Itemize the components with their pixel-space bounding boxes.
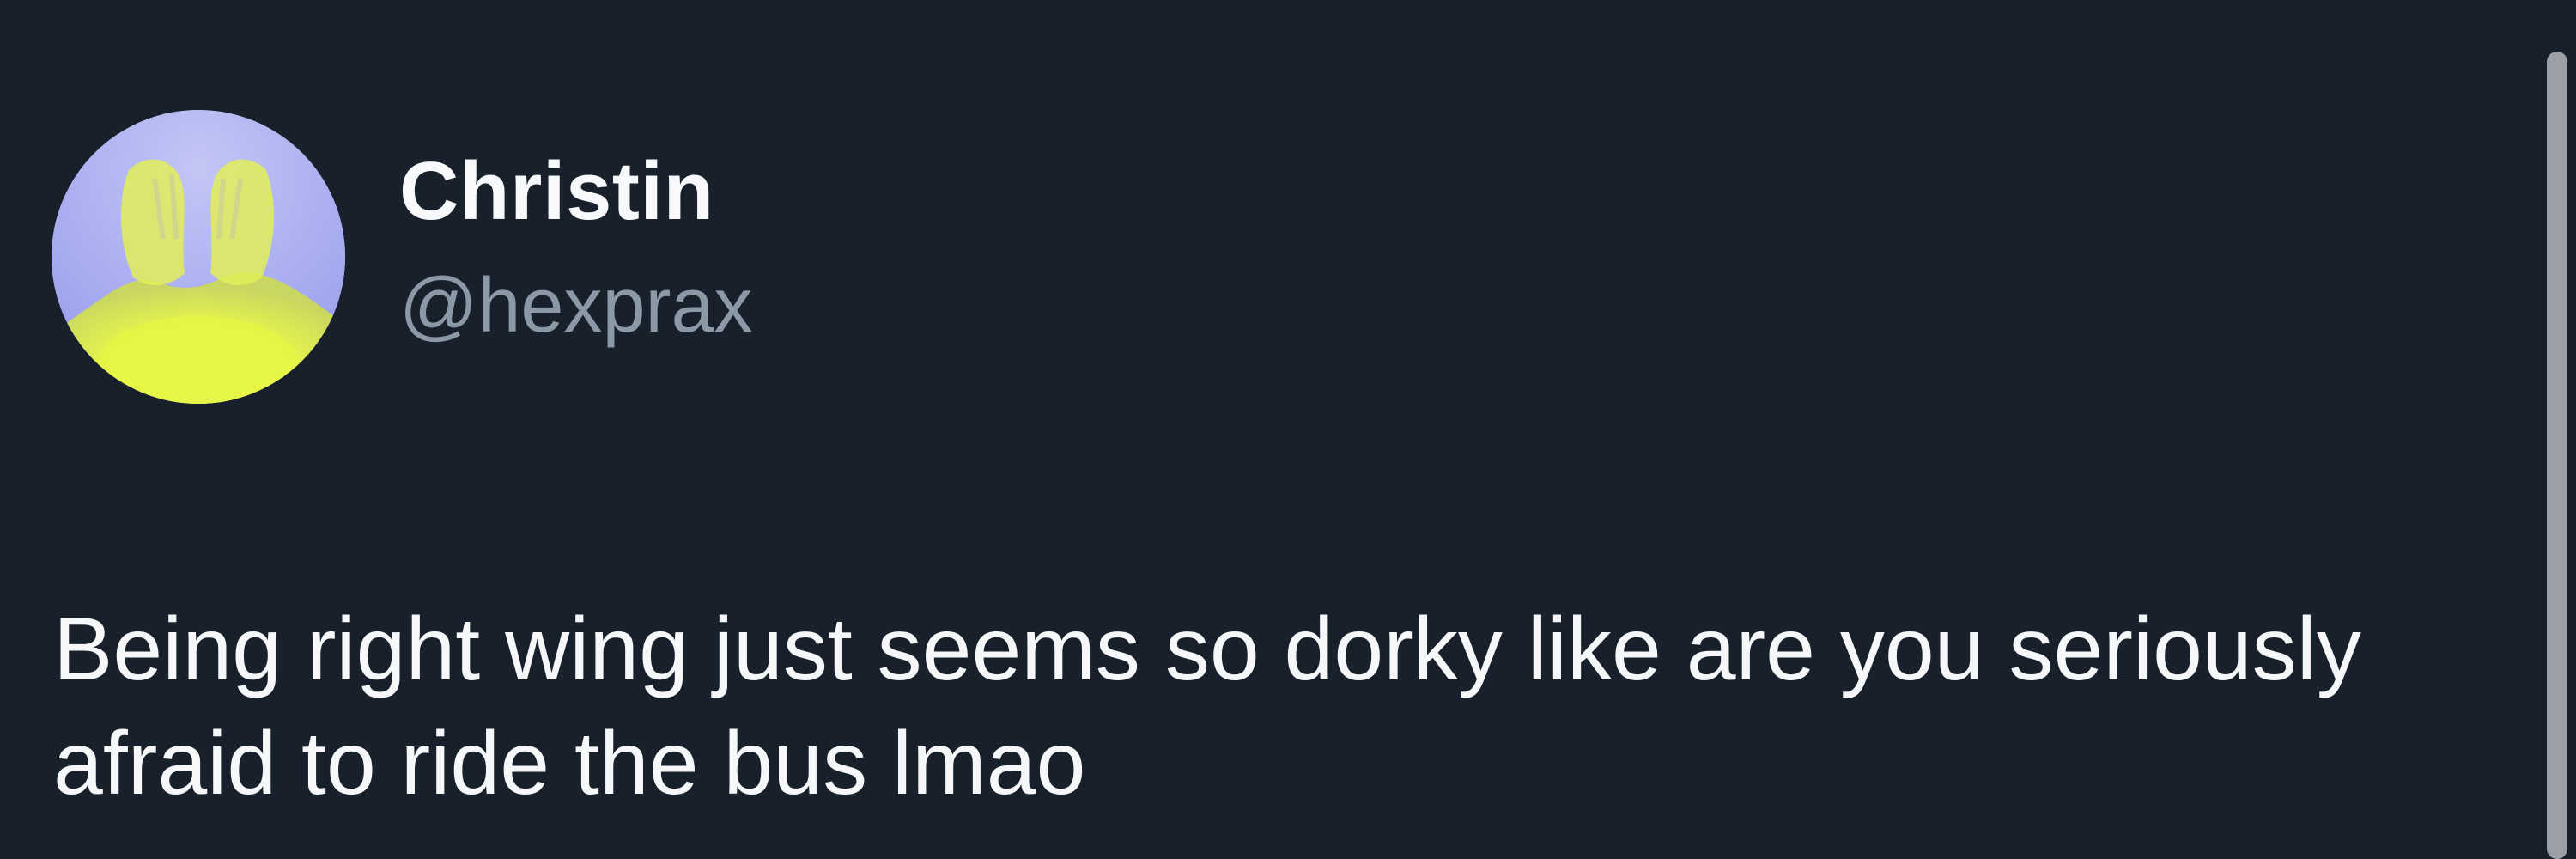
scrollbar[interactable] bbox=[2547, 52, 2567, 859]
avatar-image bbox=[52, 110, 345, 404]
user-info: Christin @hexprax bbox=[399, 150, 753, 345]
avatar[interactable] bbox=[52, 110, 345, 404]
user-handle[interactable]: @hexprax bbox=[399, 267, 753, 344]
tweet-text: Being right wing just seems so dorky lik… bbox=[53, 600, 2361, 814]
tweet-card: Christin @hexprax Being right wing just … bbox=[0, 0, 2576, 859]
display-name[interactable]: Christin bbox=[399, 150, 753, 233]
